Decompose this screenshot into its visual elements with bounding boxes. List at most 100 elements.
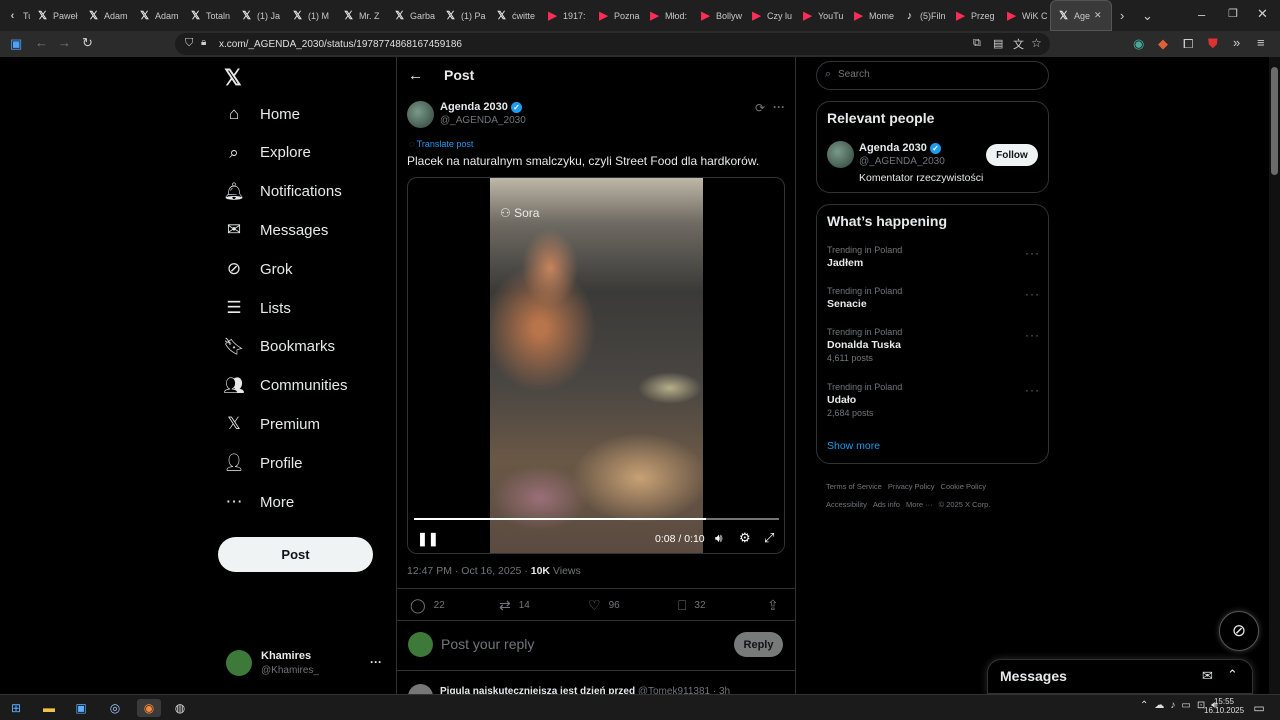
footer-link[interactable]: More ···	[906, 500, 933, 509]
reply-action[interactable]: ◯ 22	[410, 597, 445, 614]
reader-view-icon[interactable]: ▤	[993, 37, 1003, 50]
relevant-name[interactable]: Agenda 2030	[859, 142, 927, 154]
browser-tab[interactable]: 𝕏 Adam	[132, 0, 183, 31]
clock[interactable]: 15:55 16.10.2025	[1204, 697, 1244, 715]
relevant-handle[interactable]: @_AGENDA_2030	[859, 156, 945, 167]
file-explorer-icon[interactable]: ▬	[40, 699, 58, 717]
extensions-puzzle-icon[interactable]: ⧠	[1183, 36, 1193, 52]
relevant-name-row[interactable]: Agenda 2030 ✓	[859, 142, 941, 154]
nav-item-profile[interactable]: 👤︎ Profile	[223, 453, 302, 473]
back-icon[interactable]: ←	[35, 35, 48, 50]
browser-tab[interactable]: 𝕏 (1) Ja	[234, 0, 285, 31]
messages-drawer[interactable]: Messages ✉ ⌃	[987, 659, 1253, 694]
back-arrow-icon[interactable]: ←	[408, 67, 423, 84]
volume-icon[interactable]: 🔊︎	[715, 531, 723, 546]
sidebar-toggle-icon[interactable]: ▣	[10, 36, 22, 52]
footer-link[interactable]: Terms of Service	[826, 482, 882, 491]
x-logo-icon[interactable]: 𝕏	[224, 65, 242, 91]
footer-link[interactable]: Accessibility	[826, 500, 867, 509]
browser-tab[interactable]: ♪ (5)Filn	[897, 0, 948, 31]
nav-item-premium[interactable]: 𝕏 Premium	[224, 414, 320, 434]
picture-in-picture-icon[interactable]: ⧉	[973, 37, 981, 50]
nav-item-more[interactable]: ⋯ More	[224, 492, 295, 512]
menu-icon[interactable]: ≡	[1257, 35, 1265, 50]
new-message-icon[interactable]: ✉	[1202, 668, 1213, 684]
footer-link[interactable]: Ads info	[873, 500, 900, 509]
extension-fox-icon[interactable]: ◆	[1158, 36, 1168, 52]
browser-tab[interactable]: 𝕏 (1) M	[285, 0, 336, 31]
network-monitor-icon[interactable]: ▣	[72, 699, 90, 717]
show-more-link[interactable]: Show more	[827, 440, 880, 452]
footer-link[interactable]: © 2025 X Corp.	[939, 500, 991, 509]
browser-tab[interactable]: ▶ Młod:	[642, 0, 693, 31]
trend-item[interactable]: Trending in Poland Jadłem	[827, 245, 902, 269]
post-more-icon[interactable]: ···	[773, 100, 785, 114]
grok-floating-icon[interactable]: ⊘	[1219, 611, 1259, 651]
search-box[interactable]: ⌕ Search	[816, 61, 1049, 90]
nav-item-home[interactable]: ⌂ Home	[224, 104, 300, 124]
trend-more-icon[interactable]: ···	[1025, 246, 1040, 260]
search-input[interactable]: Search	[838, 69, 870, 80]
app-icon[interactable]: ◍	[171, 699, 189, 717]
close-tab-icon[interactable]: ✕	[1094, 10, 1102, 21]
like-action[interactable]: ♡ 96	[588, 597, 620, 614]
close-window-icon[interactable]: ✕	[1257, 6, 1268, 22]
browser-tab[interactable]: ▶ Przeg	[948, 0, 999, 31]
repost-action[interactable]: ⇄ 14	[499, 597, 530, 614]
reply-input[interactable]: Post your reply	[441, 636, 534, 652]
browser-tab[interactable]: ▶ Bollyw	[693, 0, 744, 31]
browser-tab[interactable]: 𝕏 Garba	[387, 0, 438, 31]
trend-item[interactable]: Trending in Poland Udało 2,684 posts	[827, 382, 902, 418]
minimize-icon[interactable]: –	[1198, 7, 1205, 22]
nav-item-notifications[interactable]: 🔔︎ Notifications	[223, 182, 342, 202]
extension-shield-icon[interactable]: ◉	[1133, 36, 1144, 52]
author-avatar[interactable]	[407, 101, 434, 128]
forward-icon[interactable]: →	[58, 35, 71, 50]
account-menu-icon[interactable]: ···	[370, 655, 382, 669]
maximize-icon[interactable]: ❐	[1228, 7, 1238, 20]
scrollbar-thumb[interactable]	[1271, 67, 1278, 175]
fullscreen-icon[interactable]: ⤢	[764, 530, 774, 546]
relevant-avatar[interactable]	[827, 141, 854, 168]
browser-tab[interactable]: 𝕏 Paweł	[30, 0, 81, 31]
reply-button[interactable]: Reply	[734, 632, 783, 657]
trend-more-icon[interactable]: ···	[1025, 328, 1040, 342]
browser-tab[interactable]: ▶ Pozna	[591, 0, 642, 31]
translate-label[interactable]: Translate post	[417, 139, 474, 149]
footer-link[interactable]: Privacy Policy	[888, 482, 935, 491]
trend-more-icon[interactable]: ···	[1025, 383, 1040, 397]
author-handle[interactable]: @_AGENDA_2030	[440, 115, 526, 126]
translate-icon[interactable]: 文	[1013, 36, 1024, 52]
bookmark-star-icon[interactable]: ☆	[1031, 36, 1042, 50]
post-timestamp[interactable]: 12:47 PM · Oct 16, 2025 ·	[407, 565, 531, 577]
tab-scroll-right-icon[interactable]: ›	[1120, 8, 1124, 23]
expand-drawer-icon[interactable]: ⌃	[1227, 667, 1238, 683]
nav-item-messages[interactable]: ✉ Messages	[224, 220, 329, 240]
video-player[interactable]: ⚇ Sora ❚❚ 0:08 / 0:10 🔊︎ ⚙ ⤢	[407, 177, 785, 554]
nav-item-explore[interactable]: ⌕ Explore	[224, 143, 311, 163]
translate-link[interactable]: ◌ Translate post	[409, 139, 473, 149]
account-avatar[interactable]	[226, 650, 252, 676]
author-name[interactable]: Agenda 2030	[440, 101, 508, 113]
browser-tab[interactable]: 𝕏 Adam	[81, 0, 132, 31]
video-progress-bar[interactable]	[414, 518, 779, 520]
browser-tab[interactable]: 𝕏ćwitte	[489, 0, 540, 31]
video-frame[interactable]: ⚇ Sora	[490, 178, 703, 553]
browser-tab[interactable]: ▶ Czy lu	[744, 0, 795, 31]
grok-icon[interactable]: ⟳	[755, 101, 765, 115]
pause-icon[interactable]: ❚❚	[417, 531, 439, 547]
browser-tab[interactable]: ▶ WiK C	[999, 0, 1050, 31]
start-windows-icon[interactable]: ⊞	[7, 699, 25, 717]
trend-more-icon[interactable]: ···	[1025, 287, 1040, 301]
browser-tab[interactable]: ‹ Tu	[0, 0, 30, 31]
nav-item-lists[interactable]: ☰ Lists	[224, 298, 290, 318]
settings-gear-icon[interactable]: ⚙	[739, 530, 751, 546]
trend-item[interactable]: Trending in Poland Donalda Tuska 4,611 pos…	[827, 327, 902, 363]
reload-icon[interactable]: ↻	[82, 35, 93, 51]
browser-tab[interactable]: ▶ 1917:	[540, 0, 591, 31]
browser-tab[interactable]: 𝕏 Mr. Z	[336, 0, 387, 31]
more-tools-icon[interactable]: »	[1233, 35, 1240, 50]
share-action[interactable]: ⇪	[767, 597, 779, 614]
author-name-row[interactable]: Agenda 2030 ✓	[440, 101, 522, 113]
bookmark-action[interactable]: ⎕ 32	[678, 597, 706, 614]
